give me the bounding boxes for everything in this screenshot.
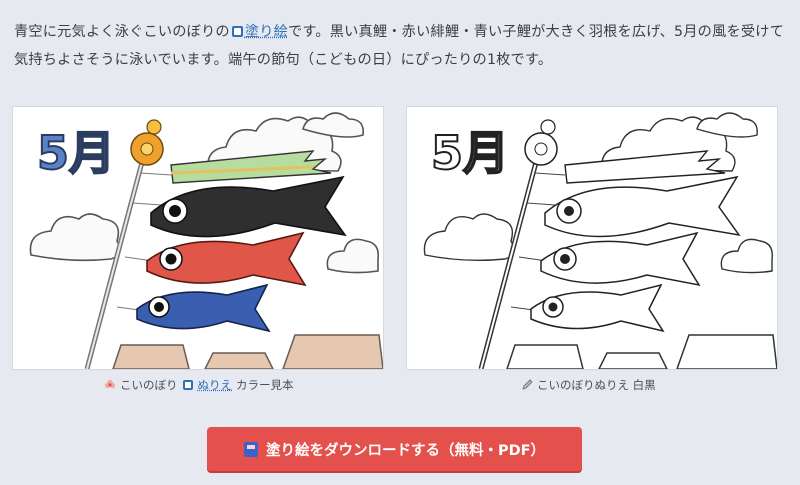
color-koinobori-illustration: 5月 [29,112,383,369]
image-link-icon [231,26,243,37]
book-icon [243,441,258,457]
blue-carp-koi [136,283,271,333]
bw-koinobori-illustration: 5月 [423,112,777,369]
caption-suffix: カラー見本 [236,378,294,392]
bw-sample-caption: こいのぼりぬりえ 白黒 [521,377,656,393]
coloring-link[interactable]: 塗り絵 [245,24,288,40]
red-carp-koi [146,231,307,287]
caption-text: こいのぼり [120,378,178,392]
month-heading: 5月 [431,126,509,180]
color-sample-image[interactable]: 5月 [12,106,384,370]
house-roofs [506,334,777,369]
coloring-caption-link[interactable]: ぬりえ [198,377,233,393]
image-link-icon [182,380,193,390]
month-heading: 5月 [37,126,115,180]
pencil-icon [522,379,533,390]
flower-icon [104,379,116,389]
bw-sample-image[interactable]: 5月 [406,106,778,370]
caption-text: こいのぼりぬりえ 白黒 [537,378,656,392]
download-button-label: 塗り絵をダウンロードする（無料・PDF） [265,442,546,459]
color-sample-caption: こいのぼり ぬりえ カラー見本 [104,377,294,393]
black-carp-koi [150,175,347,238]
download-button[interactable]: 塗り絵をダウンロードする（無料・PDF） [207,427,582,471]
intro-paragraph: 青空に元気よく泳ぐこいのぼりの 塗り絵です。黒い真鯉・赤い緋鯉・青い子鯉が大きく羽… [14,18,786,74]
house-roofs [112,334,383,369]
intro-text-1: 青空に元気よく泳ぐこいのぼりの [14,24,230,40]
